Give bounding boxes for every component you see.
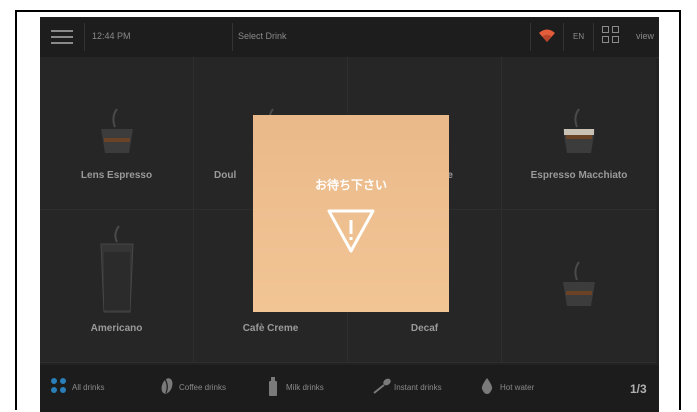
category-milk-drinks[interactable]: Milk drinks: [286, 383, 324, 392]
category-instant-drinks[interactable]: Instant drinks: [394, 383, 442, 392]
warning-triangle-icon: [327, 209, 375, 253]
drink-label: Decaf: [410, 323, 439, 334]
language-selector[interactable]: EN: [573, 32, 584, 41]
wait-message: お待ち下さい: [314, 178, 387, 192]
page-indicator[interactable]: 1/3: [630, 382, 647, 396]
macchiato-cup-icon: [563, 108, 595, 153]
category-coffee-drinks[interactable]: Coffee drinks: [179, 383, 226, 392]
machine-screen: 12:44 PM Select Drink EN view Lens Espre…: [40, 17, 659, 412]
divider: [84, 23, 85, 51]
wait-dialog: お待ち下さい: [253, 115, 449, 312]
water-drop-icon[interactable]: [480, 377, 494, 395]
top-bar: 12:44 PM Select Drink EN view: [40, 17, 659, 58]
divider: [232, 23, 233, 51]
drink-label: Americano: [90, 323, 143, 334]
category-hot-water[interactable]: Hot water: [500, 383, 534, 392]
wifi-icon: [539, 29, 555, 42]
grid-view-icon[interactable]: [602, 26, 622, 46]
divider: [593, 23, 594, 51]
view-button[interactable]: view: [636, 31, 654, 41]
espresso-cup-icon: [100, 108, 133, 153]
category-bar: All drinks Coffee drinks Milk drinks Ins…: [40, 365, 659, 412]
category-all-drinks[interactable]: All drinks: [72, 383, 104, 392]
milk-bottle-icon[interactable]: [268, 377, 278, 397]
drink-label: Lens Espresso: [80, 170, 153, 181]
menu-icon[interactable]: [51, 26, 73, 48]
page-title: Select Drink: [238, 31, 287, 41]
tall-glass-icon: [99, 225, 134, 313]
coffee-bean-icon[interactable]: [160, 377, 174, 395]
spoon-icon[interactable]: [372, 377, 392, 395]
drink-label: Cafè Creme: [242, 323, 299, 334]
drink-tile[interactable]: Espresso Macchiato: [502, 57, 656, 210]
drink-label: Espresso Macchiato: [530, 170, 628, 181]
divider: [563, 23, 564, 51]
clock: 12:44 PM: [92, 31, 131, 41]
drink-tile[interactable]: Americano: [40, 210, 194, 363]
espresso-cup-icon: [563, 261, 595, 306]
drink-tile[interactable]: Lens Espresso: [40, 57, 194, 210]
divider: [530, 23, 531, 51]
grid-dots-icon[interactable]: [50, 377, 68, 395]
drink-tile[interactable]: [502, 210, 656, 363]
